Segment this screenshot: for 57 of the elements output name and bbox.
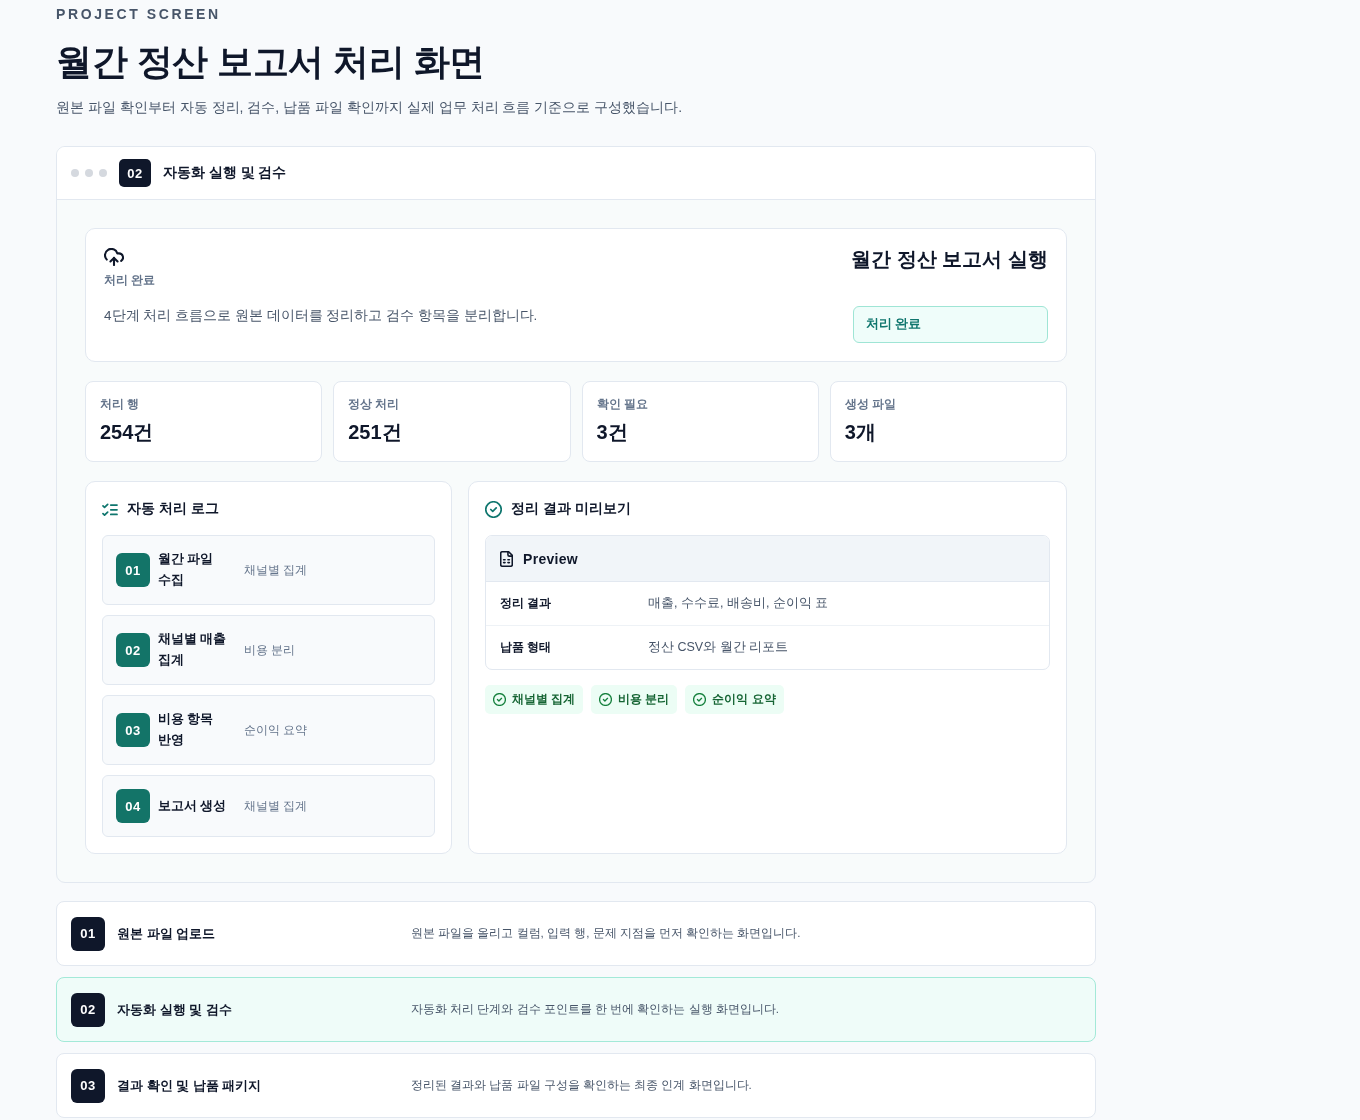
log-step-title: 채널별 매출 집계 — [158, 631, 228, 669]
step-number: 02 — [119, 159, 151, 187]
screen-list-item[interactable]: 01 원본 파일 업로드 원본 파일을 올리고 컬럼, 입력 행, 문제 지점을 먼저 확인하는 화면입니다. — [56, 901, 1096, 966]
step-number: 03 — [71, 1068, 105, 1103]
stat-label: 생성 파일 — [844, 397, 897, 412]
stat-value: 3개 — [844, 420, 877, 445]
table-cell-text: 정리 결과 — [500, 595, 553, 612]
checklist-icon — [102, 502, 118, 516]
window-title: 자동화 실행 및 검수 — [163, 164, 287, 182]
panel-title: 자동 처리 로그 — [127, 500, 219, 518]
panel-title: 정리 결과 미리보기 — [511, 500, 631, 518]
status-label: 처리 완료 — [104, 273, 156, 288]
log-step-detail: 순이익 요약 — [244, 722, 309, 738]
stat-label: 정상 처리 — [348, 397, 401, 412]
table-cell-text: 정산 CSV와 월간 리포트 — [648, 639, 790, 656]
stat-value: 251건 — [348, 420, 403, 445]
step-number: 02 — [71, 992, 105, 1027]
screen-description: 정리된 결과와 납품 파일 구성을 확인하는 최종 인계 화면입니다. — [411, 1078, 753, 1093]
step-number: 04 — [116, 789, 150, 823]
screen-list-item[interactable]: 03 결과 확인 및 납품 패키지 정리된 결과와 납품 파일 구성을 확인하는 최종 인계 화면입니다. — [56, 1053, 1096, 1118]
upload-cloud-icon — [104, 248, 124, 266]
screen-title: 자동화 실행 및 검수 — [117, 1000, 233, 1019]
log-step-title: 월간 파일 수집 — [158, 551, 215, 589]
stat-value: 254건 — [100, 420, 155, 445]
log-step-detail: 채널별 집계 — [244, 798, 309, 814]
screen-description: 자동화 처리 단계와 검수 포인트를 한 번에 확인하는 실행 화면입니다. — [411, 1002, 780, 1017]
screen-title: 원본 파일 업로드 — [117, 924, 217, 943]
screen-title: 결과 확인 및 납품 패키지 — [117, 1076, 263, 1095]
step-number: 01 — [116, 553, 150, 587]
page-subtitle: 원본 파일 확인부터 자동 정리, 검수, 납품 파일 확인까지 실제 업무 처리 흐름 기준으로 구성했습니다. — [56, 98, 684, 117]
stat-value: 3건 — [596, 420, 629, 445]
table-cell-text: 매출, 수수료, 배송비, 순이익 표 — [648, 595, 830, 612]
screen-list-item[interactable]: 02 자동화 실행 및 검수 자동화 처리 단계와 검수 포인트를 한 번에 확인하는 실행 화면입니다. — [56, 977, 1096, 1042]
summary-description: 4단계 처리 흐름으로 원본 데이터를 정리하고 검수 항목을 분리합니다. — [104, 307, 538, 325]
screen-description: 원본 파일을 올리고 컬럼, 입력 행, 문제 지점을 먼저 확인하는 화면입니다. — [411, 926, 802, 941]
step-number: 02 — [116, 633, 150, 667]
step-number: 03 — [116, 713, 150, 747]
tag-label: 순이익 요약 — [712, 692, 776, 707]
page-title: 월간 정산 보고서 처리 화면 — [56, 40, 486, 84]
stat-label: 확인 필요 — [596, 397, 649, 412]
tag-label: 비용 분리 — [618, 692, 670, 707]
table-cell-text: 납품 형태 — [500, 639, 553, 656]
log-step-detail: 채널별 집계 — [244, 562, 309, 578]
stat-label: 처리 행 — [100, 397, 141, 412]
window-dot-icon — [85, 169, 93, 177]
log-step-detail: 비용 분리 — [244, 642, 297, 658]
summary-title: 월간 정산 보고서 실행 — [851, 247, 1048, 272]
status-indicator: 처리 완료 — [853, 306, 1048, 343]
tag-label: 채널별 집계 — [512, 692, 576, 707]
spreadsheet-file-icon — [500, 550, 513, 567]
log-step-title: 비용 항목 반영 — [158, 711, 215, 749]
preview-table-title: Preview — [523, 550, 579, 567]
log-step-title: 보고서 생성 — [158, 797, 228, 815]
window-dot-icon — [99, 169, 107, 177]
page-eyebrow: PROJECT SCREEN — [56, 5, 222, 24]
step-number: 01 — [71, 916, 105, 951]
window-dot-icon — [71, 169, 79, 177]
